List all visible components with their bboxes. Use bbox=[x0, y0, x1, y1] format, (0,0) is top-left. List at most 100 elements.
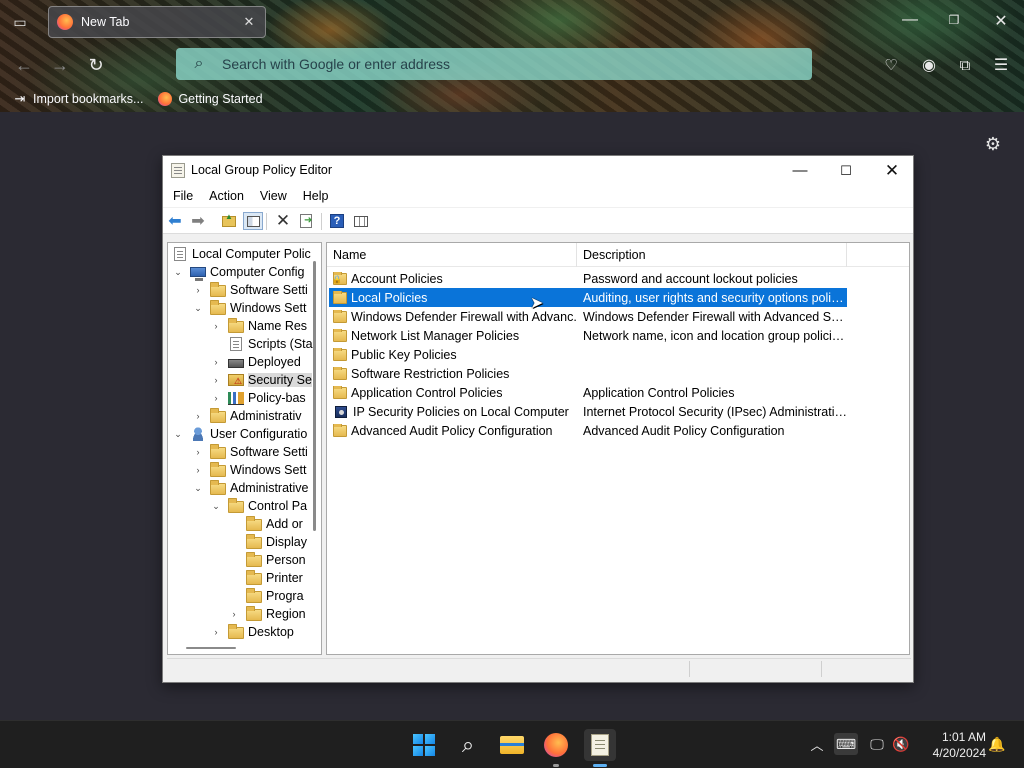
collapse-chevron-icon[interactable]: ⌄ bbox=[192, 302, 204, 314]
tree-node[interactable]: › Administrativ bbox=[192, 407, 302, 425]
tree-node[interactable]: ⌄ Control Pa bbox=[210, 497, 307, 515]
extensions-icon[interactable]: ⧉ bbox=[954, 54, 976, 76]
windows-start-icon[interactable] bbox=[408, 729, 440, 761]
window-restore-icon[interactable]: ❐ bbox=[944, 10, 964, 30]
delete-icon[interactable]: ✕ bbox=[273, 211, 293, 230]
bookmark-getting-started[interactable]: Getting Started bbox=[157, 91, 263, 107]
tree-node[interactable]: Scripts (Sta bbox=[210, 335, 313, 353]
tree-node[interactable]: › Name Res bbox=[210, 317, 307, 335]
list-item[interactable]: Account Policies Password and account loc… bbox=[329, 269, 847, 288]
hamburger-menu-icon[interactable]: ☰ bbox=[990, 54, 1012, 76]
group-policy-taskbar-icon[interactable] bbox=[584, 729, 616, 761]
list-item-name: Local Policies bbox=[351, 290, 428, 305]
collapse-chevron-icon[interactable]: ⌄ bbox=[192, 482, 204, 494]
account-icon[interactable]: ◉ bbox=[918, 54, 940, 76]
tree-node[interactable]: › Region bbox=[228, 605, 306, 623]
list-item[interactable]: Network List Manager Policies Network nam… bbox=[329, 326, 847, 345]
tab-list-icon[interactable]: ▭ bbox=[8, 10, 32, 34]
tree-node[interactable]: Add or bbox=[228, 515, 303, 533]
system-clock[interactable]: 1:01 AM 4/20/2024 bbox=[916, 729, 986, 761]
help-icon[interactable]: ? bbox=[327, 212, 347, 230]
folder-icon bbox=[333, 347, 347, 361]
tree-node[interactable]: ⌄ Computer Config bbox=[172, 263, 305, 281]
forward-arrow-icon[interactable]: → bbox=[48, 54, 72, 76]
menu-help[interactable]: Help bbox=[297, 189, 335, 203]
expand-chevron-icon[interactable]: › bbox=[192, 464, 204, 476]
tree-node[interactable]: ⌄ Windows Sett bbox=[192, 299, 306, 317]
volume-muted-icon[interactable]: 🔇 bbox=[890, 733, 912, 755]
expand-chevron-icon[interactable]: › bbox=[210, 320, 222, 332]
keyboard-icon[interactable]: ⌨ bbox=[834, 733, 858, 755]
tree-node[interactable]: › Windows Sett bbox=[192, 461, 306, 479]
folder-icon bbox=[333, 290, 347, 304]
collapse-chevron-icon[interactable]: ⌄ bbox=[210, 500, 222, 512]
tree-node[interactable]: ⌄ User Configuratio bbox=[172, 425, 307, 443]
menu-file[interactable]: File bbox=[167, 189, 199, 203]
expand-chevron-icon[interactable]: › bbox=[210, 356, 222, 368]
notifications-icon[interactable]: 🔔 bbox=[986, 733, 1008, 755]
console-tree[interactable]: Local Computer Polic ⌄ Computer Config › Sof… bbox=[167, 242, 322, 655]
column-header-description[interactable]: Description bbox=[577, 243, 847, 267]
tree-node[interactable]: › Policy-bas bbox=[210, 389, 306, 407]
pocket-icon[interactable]: ♡ bbox=[880, 54, 902, 76]
tab-close-icon[interactable]: ✕ bbox=[241, 14, 257, 30]
expand-chevron-icon[interactable]: › bbox=[192, 410, 204, 422]
tree-node[interactable]: › Software Setti bbox=[192, 443, 308, 461]
window-titlebar[interactable]: Local Group Policy Editor — ☐ ✕ bbox=[163, 156, 913, 185]
show-hidden-icons-chevron-icon[interactable]: ︿ bbox=[806, 733, 828, 755]
up-one-level-icon[interactable] bbox=[219, 212, 239, 230]
column-header-name[interactable]: Name bbox=[327, 243, 577, 267]
tree-node[interactable]: Progra bbox=[228, 587, 304, 605]
file-explorer-icon[interactable] bbox=[496, 729, 528, 761]
list-item[interactable]: Advanced Audit Policy Configuration Advan… bbox=[329, 421, 847, 440]
tree-node-label: Local Computer Polic bbox=[192, 247, 311, 261]
expand-chevron-icon[interactable]: › bbox=[192, 284, 204, 296]
expand-chevron-icon[interactable]: › bbox=[210, 392, 222, 404]
tree-node[interactable]: Printer bbox=[228, 569, 303, 587]
collapse-chevron-icon[interactable]: ⌄ bbox=[172, 428, 184, 440]
list-item[interactable]: Software Restriction Policies bbox=[329, 364, 847, 383]
minimize-icon[interactable]: — bbox=[777, 156, 823, 185]
tree-horizontal-scrollbar[interactable] bbox=[186, 647, 236, 649]
tree-node[interactable]: Display bbox=[228, 533, 307, 551]
taskbar-search-icon[interactable]: ⌕ bbox=[452, 729, 484, 761]
show-hide-console-tree-icon[interactable] bbox=[243, 212, 263, 230]
network-icon[interactable]: 🖵 bbox=[866, 733, 888, 755]
bookmark-import[interactable]: ⇥ Import bookmarks... bbox=[12, 91, 144, 107]
menu-view[interactable]: View bbox=[254, 189, 293, 203]
tree-node-label: Add or bbox=[266, 517, 303, 531]
expand-chevron-icon[interactable]: › bbox=[210, 374, 222, 386]
tree-node[interactable]: Local Computer Polic bbox=[172, 245, 311, 263]
tree-node[interactable]: Person bbox=[228, 551, 306, 569]
gear-icon[interactable]: ⚙ bbox=[982, 133, 1004, 155]
firefox-icon[interactable] bbox=[540, 729, 572, 761]
expand-chevron-icon[interactable]: › bbox=[228, 608, 240, 620]
window-minimize-icon[interactable]: — bbox=[900, 10, 920, 30]
export-list-icon[interactable] bbox=[296, 212, 316, 230]
collapse-chevron-icon[interactable]: ⌄ bbox=[172, 266, 184, 278]
tree-node[interactable]: ⌄ Administrative bbox=[192, 479, 309, 497]
tree-node[interactable]: › Deployed bbox=[210, 353, 301, 371]
list-item[interactable]: Public Key Policies bbox=[329, 345, 847, 364]
tree-node[interactable]: › Desktop bbox=[210, 623, 294, 641]
browser-tab[interactable]: New Tab ✕ bbox=[48, 6, 266, 38]
tree-node[interactable]: › Software Setti bbox=[192, 281, 308, 299]
list-item[interactable]: Windows Defender Firewall with Advanc...… bbox=[329, 307, 847, 326]
tree-vertical-scrollbar[interactable] bbox=[313, 261, 316, 531]
back-icon[interactable]: ⬅ bbox=[165, 212, 185, 230]
list-item[interactable]: Local Policies Auditing, user rights and … bbox=[329, 288, 847, 307]
close-icon[interactable]: ✕ bbox=[869, 156, 915, 185]
expand-chevron-icon[interactable]: › bbox=[192, 446, 204, 458]
menu-action[interactable]: Action bbox=[203, 189, 250, 203]
expand-chevron-icon[interactable]: › bbox=[210, 626, 222, 638]
tree-node[interactable]: › Security Se bbox=[210, 371, 312, 389]
window-close-icon[interactable]: ✕ bbox=[990, 10, 1012, 32]
reload-icon[interactable]: ↻ bbox=[84, 53, 108, 77]
forward-icon[interactable]: ➡ bbox=[188, 212, 208, 230]
back-arrow-icon[interactable]: ← bbox=[12, 54, 36, 76]
list-item[interactable]: Application Control Policies Application … bbox=[329, 383, 847, 402]
view-icon[interactable] bbox=[351, 212, 371, 230]
list-item[interactable]: IP Security Policies on Local Computer In… bbox=[329, 402, 847, 421]
maximize-icon[interactable]: ☐ bbox=[823, 156, 869, 185]
address-bar[interactable]: ⌕ Search with Google or enter address bbox=[176, 48, 812, 80]
